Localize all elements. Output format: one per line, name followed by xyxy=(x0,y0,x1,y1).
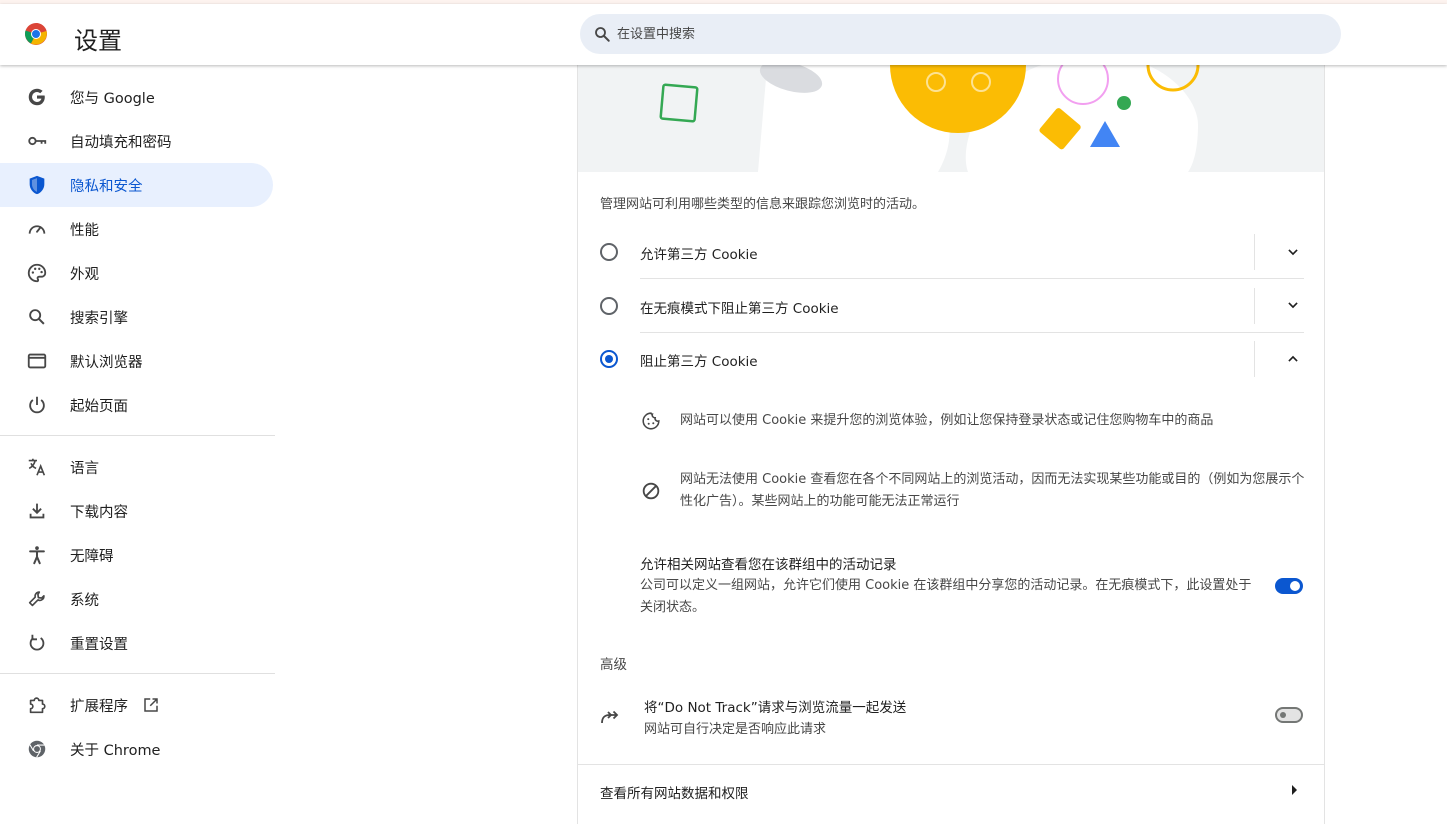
sidebar-item-privacy[interactable]: 隐私和安全 xyxy=(0,163,273,207)
option-label: 允许第三方 Cookie xyxy=(640,247,758,263)
accessibility-icon xyxy=(29,546,45,565)
sidebar-item-label: 默认浏览器 xyxy=(70,354,143,371)
row-divider xyxy=(1254,234,1255,270)
page-title: 设置 xyxy=(74,27,122,55)
forward-arrows-icon xyxy=(601,710,619,724)
header: 设置 xyxy=(0,4,1447,65)
sidebar-item-label: 起始页面 xyxy=(70,398,128,415)
search-icon xyxy=(595,27,610,42)
sidebar-item-about-chrome[interactable]: 关于 Chrome xyxy=(0,727,273,771)
browser-window-icon xyxy=(27,353,47,369)
sidebar-item-label: 性能 xyxy=(70,222,99,239)
chevron-down-icon[interactable] xyxy=(1286,298,1300,312)
chrome-icon xyxy=(28,740,46,758)
sidebar-item-label: 您与 Google xyxy=(70,90,155,107)
option-label: 阻止第三方 Cookie xyxy=(640,354,758,370)
sidebar-divider xyxy=(0,435,275,436)
cookie-detail-blocked: 网站无法使用 Cookie 查看您在各个不同网站上的浏览活动，因而无法实现某些功… xyxy=(640,469,1304,513)
sidebar-item-label: 系统 xyxy=(70,592,99,609)
cookie-detail-text: 网站可以使用 Cookie 来提升您的浏览体验，例如让您保持登录状态或记住您购物… xyxy=(680,413,1214,428)
key-icon xyxy=(28,136,47,146)
cookie-option-allow-third-party[interactable]: 允许第三方 Cookie xyxy=(598,225,1304,279)
sidebar-item-you-and-google[interactable]: 您与 Google xyxy=(0,75,273,119)
do-not-track-toggle[interactable] xyxy=(1275,707,1303,723)
cookies-description: 管理网站可利用哪些类型的信息来跟踪您浏览时的活动。 xyxy=(600,197,926,212)
page-body: 您与 Google 自动填充和密码 隐私和安全 性能 外观 搜索引擎 默认浏览器… xyxy=(0,65,1447,824)
sidebar-divider xyxy=(0,673,275,674)
site-data-link[interactable]: 查看所有网站数据和权限 xyxy=(600,782,749,802)
search-icon xyxy=(29,309,45,325)
chrome-logo-icon xyxy=(25,23,47,45)
arrow-right-icon[interactable] xyxy=(1292,785,1297,795)
open-in-new-icon[interactable] xyxy=(142,696,160,714)
sidebar-item-label: 无障碍 xyxy=(70,548,114,565)
block-icon xyxy=(642,482,660,500)
radio-block-third-party[interactable] xyxy=(600,350,618,368)
power-icon xyxy=(29,396,45,414)
google-g-icon xyxy=(28,88,45,106)
sidebar-item-label: 下载内容 xyxy=(70,504,128,521)
cookie-icon xyxy=(642,412,660,430)
related-sites-description: 公司可以定义一组网站，允许它们使用 Cookie 在该群组中分享您的活动记录。在… xyxy=(640,578,1252,615)
sidebar-item-downloads[interactable]: 下载内容 xyxy=(0,489,273,533)
cookie-banner-illustration xyxy=(578,65,1324,172)
chevron-up-icon[interactable] xyxy=(1286,352,1300,366)
cookie-detail-text: 网站无法使用 Cookie 查看您在各个不同网站上的浏览活动，因而无法实现某些功… xyxy=(680,472,1305,509)
cookie-detail-allowed: 网站可以使用 Cookie 来提升您的浏览体验，例如让您保持登录状态或记住您购物… xyxy=(640,410,1304,432)
sidebar-item-label: 外观 xyxy=(70,266,99,283)
sidebar-item-label: 搜索引擎 xyxy=(70,310,128,327)
cookie-option-block-third-party[interactable]: 阻止第三方 Cookie xyxy=(598,332,1304,386)
related-sites-title: 允许相关网站查看您在该群组中的活动记录 xyxy=(640,557,897,573)
related-sites-toggle[interactable] xyxy=(1275,578,1303,594)
puzzle-icon xyxy=(29,697,46,714)
search-input[interactable] xyxy=(617,24,1217,44)
speedometer-icon xyxy=(28,225,46,234)
sidebar-item-label: 隐私和安全 xyxy=(70,178,143,195)
sidebar-item-autofill[interactable]: 自动填充和密码 xyxy=(0,119,273,163)
do-not-track-title: 将“Do Not Track”请求与浏览流量一起发送 xyxy=(644,700,907,716)
sidebar-item-reset[interactable]: 重置设置 xyxy=(0,621,273,665)
divider xyxy=(578,764,1324,765)
radio-allow-third-party[interactable] xyxy=(600,243,618,261)
banner-illustration xyxy=(659,65,1200,172)
chevron-down-icon[interactable] xyxy=(1286,245,1300,259)
sidebar-item-search-engine[interactable]: 搜索引擎 xyxy=(0,295,273,339)
option-label: 在无痕模式下阻止第三方 Cookie xyxy=(640,301,839,317)
row-divider xyxy=(1254,341,1255,377)
sidebar-item-appearance[interactable]: 外观 xyxy=(0,251,273,295)
sidebar-item-performance[interactable]: 性能 xyxy=(0,207,273,251)
reset-icon xyxy=(29,634,45,651)
translate-icon xyxy=(28,458,46,476)
shield-icon xyxy=(29,175,45,195)
sidebar-item-accessibility[interactable]: 无障碍 xyxy=(0,533,273,577)
download-icon xyxy=(29,503,45,519)
sidebar-item-default-browser[interactable]: 默认浏览器 xyxy=(0,339,273,383)
sidebar-item-extensions[interactable]: 扩展程序 xyxy=(0,683,273,727)
sidebar-item-label: 语言 xyxy=(70,460,99,477)
cookie-settings-card: 管理网站可利用哪些类型的信息来跟踪您浏览时的活动。 允许第三方 Cookie 在… xyxy=(577,65,1325,824)
search-box[interactable] xyxy=(580,14,1341,54)
advanced-heading: 高级 xyxy=(600,657,627,673)
wrench-icon xyxy=(28,591,45,607)
radio-block-incognito[interactable] xyxy=(600,297,618,315)
row-divider xyxy=(1254,288,1255,324)
sidebar-item-label: 关于 Chrome xyxy=(70,742,161,759)
sidebar-item-languages[interactable]: 语言 xyxy=(0,445,273,489)
sidebar-item-on-startup[interactable]: 起始页面 xyxy=(0,383,273,427)
sidebar-item-label: 重置设置 xyxy=(70,636,128,653)
sidebar-item-system[interactable]: 系统 xyxy=(0,577,273,621)
palette-icon xyxy=(27,263,47,283)
sidebar-item-label: 扩展程序 xyxy=(70,698,128,715)
sidebar-item-label: 自动填充和密码 xyxy=(70,134,172,151)
sidebar: 您与 Google 自动填充和密码 隐私和安全 性能 外观 搜索引擎 默认浏览器… xyxy=(0,75,275,771)
cookie-option-block-incognito[interactable]: 在无痕模式下阻止第三方 Cookie xyxy=(598,278,1304,332)
do-not-track-description: 网站可自行决定是否响应此请求 xyxy=(644,722,827,737)
